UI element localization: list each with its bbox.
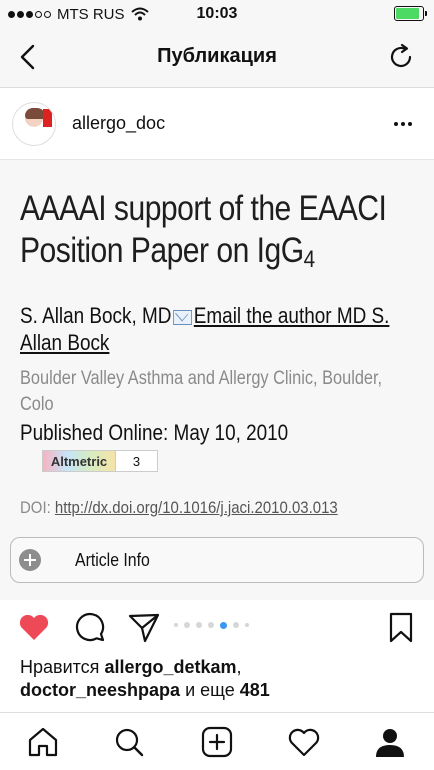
liker-2[interactable]: doctor_neeshpapa xyxy=(20,680,180,700)
post-image[interactable]: AAAAI support of the EAACI Position Pape… xyxy=(0,160,434,600)
author-name: S. Allan Bock, MD xyxy=(20,303,172,328)
likes-prefix: Нравится xyxy=(20,657,100,677)
comment-icon[interactable] xyxy=(73,610,107,644)
carousel-dot-active xyxy=(220,621,227,629)
carousel-dot xyxy=(196,622,202,628)
published-date: Published Online: May 10, 2010 xyxy=(20,420,289,445)
altmetric-count: 3 xyxy=(116,450,158,472)
likes-count[interactable]: 481 xyxy=(240,680,270,700)
carousel-dot xyxy=(174,623,178,627)
liker-1[interactable]: allergo_detkam xyxy=(104,657,236,677)
post-actions xyxy=(0,600,434,652)
more-dots-icon[interactable] xyxy=(394,122,412,126)
post-username[interactable]: allergo_doc xyxy=(72,113,165,134)
home-icon[interactable] xyxy=(26,725,60,759)
article-title-line1: AAAAI support of the EAACI xyxy=(20,189,387,228)
likes-text: Нравится allergo_detkam, doctor_neeshpap… xyxy=(20,657,270,700)
navigation-bar: Публикация xyxy=(0,28,434,88)
doi: DOI: http://dx.doi.org/10.1016/j.jaci.20… xyxy=(20,498,407,518)
battery-icon xyxy=(394,6,427,21)
article-title: AAAAI support of the EAACI Position Pape… xyxy=(20,188,416,281)
likes-middle: и еще xyxy=(185,680,235,700)
status-bar: MTS RUS 10:03 xyxy=(0,0,434,28)
article-title-subscript: 4 xyxy=(303,246,315,273)
search-icon[interactable] xyxy=(112,725,146,759)
carousel-dot xyxy=(208,622,214,628)
reload-icon[interactable] xyxy=(386,42,416,72)
author-affiliation: Boulder Valley Asthma and Allergy Clinic… xyxy=(20,368,383,415)
plus-circle-icon xyxy=(19,549,41,571)
page-title: Публикация xyxy=(157,45,277,67)
altmetric-badge: Altmetric 3 xyxy=(42,450,158,472)
heart-outline-icon[interactable] xyxy=(287,725,321,759)
article-info-label: Article Info xyxy=(75,549,150,570)
avatar[interactable] xyxy=(12,101,56,146)
article-title-line2: Position Paper on IgG xyxy=(20,231,304,270)
heart-filled-icon[interactable] xyxy=(17,610,51,644)
profile-icon[interactable] xyxy=(373,725,407,759)
article-authors: S. Allan Bock, MD Email the author MD S. … xyxy=(20,302,416,356)
send-icon[interactable] xyxy=(127,610,161,644)
carousel-dot xyxy=(245,623,249,627)
article-info-bar: Article Info xyxy=(10,537,424,583)
altmetric-label: Altmetric xyxy=(42,450,116,472)
add-icon[interactable] xyxy=(200,725,234,759)
carousel-indicator xyxy=(174,621,249,629)
bookmark-icon[interactable] xyxy=(384,610,418,644)
mail-icon xyxy=(173,309,193,325)
doi-label: DOI: xyxy=(20,498,51,517)
status-time: 10:03 xyxy=(196,5,238,22)
tab-bar xyxy=(0,712,434,770)
carousel-dot xyxy=(184,622,190,628)
carousel-dot xyxy=(233,622,239,628)
post-header: allergo_doc xyxy=(0,88,434,160)
doi-link: http://dx.doi.org/10.1016/j.jaci.2010.03… xyxy=(54,498,338,517)
